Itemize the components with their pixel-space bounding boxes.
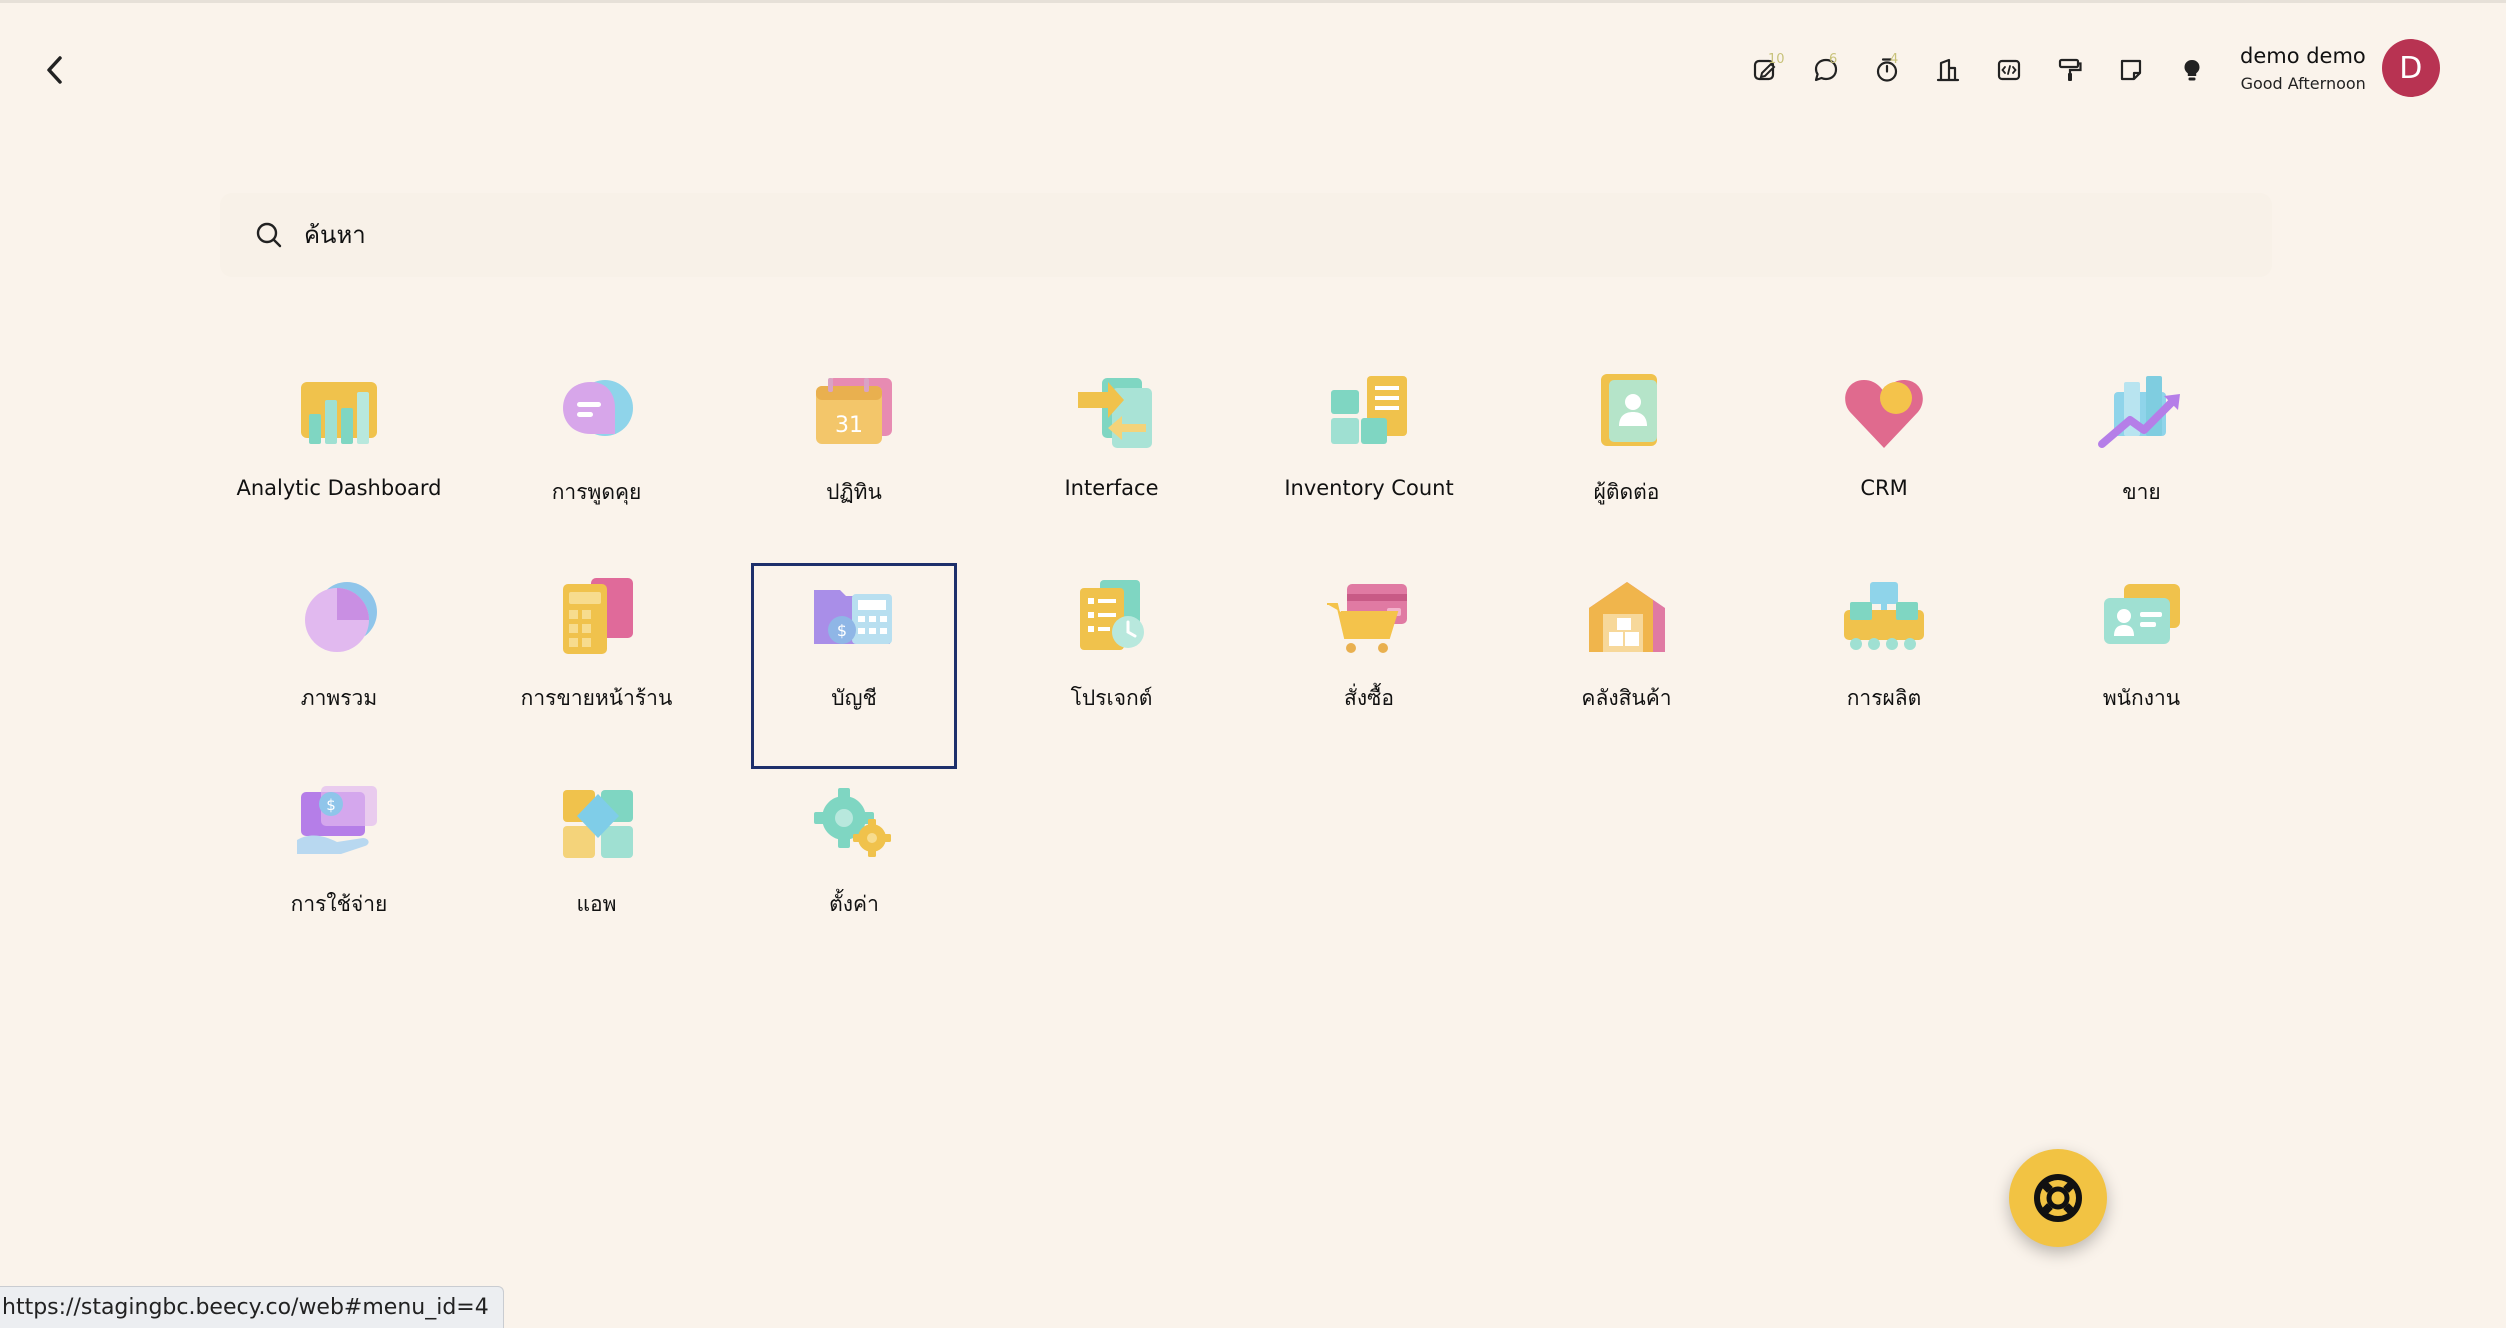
edit-note-badge: 10 — [1768, 52, 1785, 67]
sticky-note-icon — [2120, 59, 2141, 81]
overview-app-icon — [305, 582, 377, 652]
svg-text:31: 31 — [835, 413, 863, 438]
app-label: การขายหน้าร้าน — [520, 686, 673, 710]
company-button[interactable] — [1917, 48, 1978, 92]
expenses-app-icon: $ — [297, 786, 377, 854]
app-label: พนักงาน — [2102, 686, 2181, 710]
app-label: โปรเจกต์ — [1070, 686, 1153, 710]
search-icon — [256, 222, 282, 248]
project-app-icon — [1079, 580, 1144, 650]
lightbulb-icon — [2184, 60, 2199, 81]
edit-note-button[interactable]: 10 — [1734, 48, 1795, 92]
tips-button[interactable] — [2161, 48, 2222, 92]
app-purchase[interactable]: สั่งซื้อ — [1266, 563, 1472, 769]
user-menu[interactable]: demo demo Good Afternoon D — [2240, 39, 2440, 97]
app-label: ตั้งค่า — [829, 892, 879, 916]
app-chat[interactable]: การพูดคุย — [494, 357, 700, 563]
app-apps[interactable]: แอพ — [494, 769, 700, 975]
chat-button[interactable]: 6 — [1795, 48, 1856, 92]
app-inventory[interactable]: คลังสินค้า — [1524, 563, 1730, 769]
app-inventory-count[interactable]: Inventory Count — [1266, 357, 1472, 563]
svg-text:$: $ — [326, 796, 336, 814]
calendar-app-icon: 31 — [816, 378, 892, 444]
building-icon — [1936, 58, 1959, 82]
app-label: Analytic Dashboard — [236, 476, 442, 500]
app-label: บัญชี — [831, 686, 877, 710]
developer-button[interactable] — [1978, 48, 2039, 92]
timer-badge: 4 — [1890, 52, 1899, 67]
app-sales[interactable]: ขาย — [2039, 357, 2245, 563]
apps-app-icon — [562, 790, 633, 858]
status-url: https://stagingbc.beecy.co/web#menu_id=4 — [0, 1286, 504, 1328]
search-input[interactable] — [304, 221, 2104, 249]
app-label: การผลิต — [1846, 686, 1922, 710]
app-label: ผู้ติดต่อ — [1593, 480, 1660, 504]
app-analytic-dashboard[interactable]: Analytic Dashboard — [236, 357, 442, 563]
chat-badge: 6 — [1829, 52, 1838, 67]
app-contacts[interactable]: ผู้ติดต่อ — [1524, 357, 1730, 563]
app-label: การพูดคุย — [551, 480, 642, 504]
app-label: ปฏิทิน — [826, 480, 882, 504]
app-label: สั่งซื้อ — [1344, 686, 1394, 710]
app-project[interactable]: โปรเจกต์ — [1009, 563, 1215, 769]
app-employees[interactable]: พนักงาน — [2039, 563, 2245, 769]
code-window-icon — [1997, 59, 2020, 81]
manufacturing-app-icon — [1844, 582, 1924, 650]
app-settings[interactable]: ตั้งค่า — [751, 769, 957, 975]
interface-app-icon — [1077, 378, 1152, 448]
analytic-dashboard-icon — [301, 382, 377, 444]
contacts-app-icon — [1600, 374, 1657, 446]
theme-button[interactable] — [2039, 48, 2100, 92]
crm-app-icon — [1845, 380, 1923, 448]
app-pos[interactable]: การขายหน้าร้าน — [494, 563, 700, 769]
avatar[interactable]: D — [2381, 39, 2440, 97]
app-label: การใช้จ่าย — [290, 892, 388, 916]
app-accounting[interactable]: $ บัญชี — [751, 563, 957, 769]
user-greeting: Good Afternoon — [2240, 73, 2366, 93]
app-crm[interactable]: CRM — [1781, 357, 1987, 563]
help-button[interactable] — [2009, 1149, 2107, 1247]
user-text: demo demo Good Afternoon — [2240, 44, 2366, 93]
chevron-left-icon — [47, 56, 62, 84]
app-interface[interactable]: Interface — [1009, 357, 1215, 563]
app-label: ภาพรวม — [300, 686, 378, 710]
back-button[interactable] — [38, 53, 72, 87]
app-calendar[interactable]: 31 ปฏิทิน — [751, 357, 957, 563]
header-toolbar: 10 6 4 — [1734, 48, 2222, 92]
app-grid: Analytic Dashboard การพูดคุย 31 ปฏิทิน I… — [236, 357, 2245, 975]
app-expenses[interactable]: $ การใช้จ่าย — [236, 769, 442, 975]
app-label: CRM — [1860, 476, 1908, 500]
pos-app-icon — [562, 578, 633, 654]
timer-button[interactable]: 4 — [1856, 48, 1917, 92]
app-label: Interface — [1064, 476, 1159, 500]
paint-roller-icon — [2058, 58, 2082, 81]
app-overview[interactable]: ภาพรวม — [236, 563, 442, 769]
app-label: แอพ — [576, 892, 617, 916]
inventory-count-icon — [1331, 376, 1407, 444]
chat-app-icon — [562, 380, 633, 436]
app-manufacturing[interactable]: การผลิต — [1781, 563, 1987, 769]
search-bar — [220, 193, 2272, 277]
sales-app-icon — [2097, 376, 2180, 448]
accounting-app-icon: $ — [814, 590, 892, 644]
user-name: demo demo — [2240, 43, 2366, 68]
app-label: ขาย — [2122, 480, 2161, 504]
svg-text:$: $ — [837, 621, 847, 640]
inventory-app-icon — [1588, 582, 1665, 652]
settings-app-icon — [814, 788, 891, 857]
app-label: คลังสินค้า — [1581, 686, 1672, 710]
employees-app-icon — [2103, 584, 2180, 644]
app-label: Inventory Count — [1284, 476, 1454, 500]
purchase-app-icon — [1327, 584, 1407, 653]
notes-button[interactable] — [2100, 48, 2161, 92]
lifebuoy-icon — [2034, 1174, 2082, 1222]
